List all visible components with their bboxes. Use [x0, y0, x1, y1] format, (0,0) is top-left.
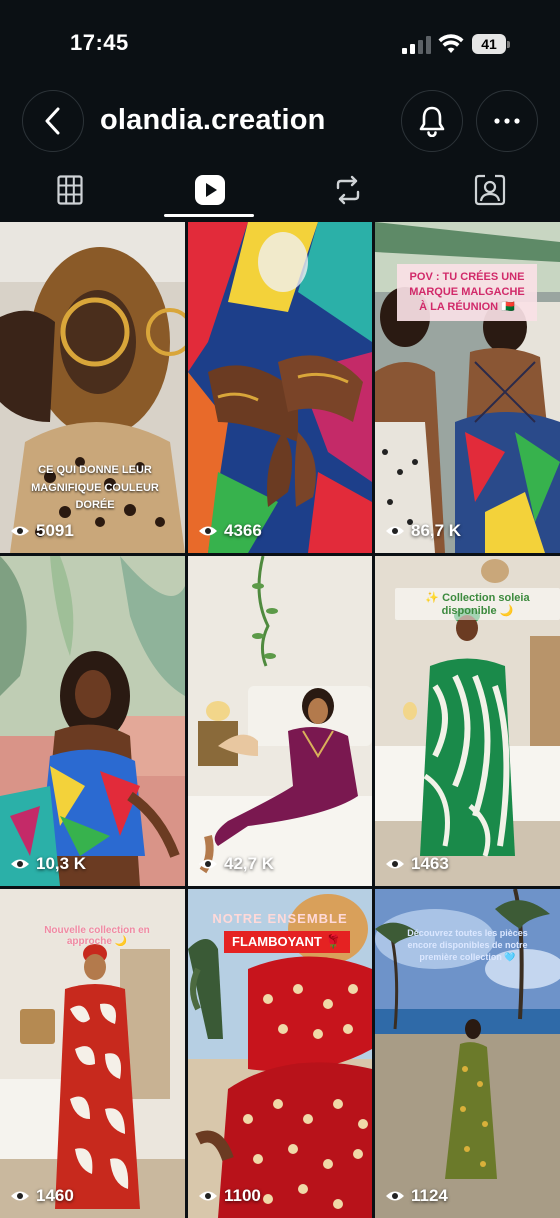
reel-view-count: 5091	[10, 521, 74, 541]
reel-view-count: 1124	[385, 1186, 448, 1206]
reel-thumbnail[interactable]: CE QUI DONNE LEUR MAGNIFIQUE COULEUR DOR…	[0, 222, 185, 553]
reel-caption-title: NOTRE ENSEMBLE	[212, 911, 348, 926]
reel-thumbnail[interactable]: Nouvelle collection en approche 🌙 1460	[0, 889, 185, 1218]
profile-username: olandia.creation	[100, 104, 326, 136]
eye-icon	[386, 526, 404, 536]
reel-caption: Découvrez toutes les pièces encore dispo…	[407, 928, 528, 963]
tab-reposts[interactable]	[278, 162, 418, 218]
eye-icon	[11, 859, 29, 869]
reel-thumbnail[interactable]: NOTRE ENSEMBLE FLAMBOYANT 🌹 1100	[188, 889, 372, 1218]
view-count-label: 1100	[224, 1186, 261, 1205]
battery-icon: 41	[472, 34, 510, 54]
reel-image	[188, 556, 372, 886]
reel-caption: POV : TU CRÉES UNE MARQUE MALGACHE À LA …	[397, 264, 537, 321]
reel-view-count: 10,3 K	[10, 854, 86, 874]
tagged-icon	[474, 174, 506, 206]
view-count-label: 5091	[36, 521, 74, 540]
view-count-label: 1124	[411, 1186, 448, 1205]
reel-caption: CE QUI DONNE LEUR MAGNIFIQUE COULEUR DOR…	[31, 464, 159, 512]
reel-view-count: 4366	[198, 521, 262, 541]
reel-caption: Nouvelle collection en approche 🌙	[44, 925, 150, 947]
view-count-label: 86,7 K	[411, 521, 462, 540]
reel-image	[0, 556, 185, 886]
reel-thumbnail[interactable]: 10,3 K	[0, 556, 185, 886]
notifications-button[interactable]	[401, 90, 463, 152]
reel-caption-label: FLAMBOYANT 🌹	[224, 931, 350, 953]
eye-icon	[199, 1191, 217, 1201]
profile-tabs	[0, 162, 560, 218]
reel-thumbnail[interactable]: POV : TU CRÉES UNE MARQUE MALGACHE À LA …	[375, 222, 560, 553]
reel-view-count: 42,7 K	[198, 854, 274, 874]
view-count-label: 42,7 K	[224, 854, 275, 873]
tab-tagged[interactable]	[420, 162, 560, 218]
wifi-icon	[438, 34, 464, 53]
reel-caption: ✨ Collection soleia disponible 🌙	[395, 588, 560, 620]
profile-header: olandia.creation	[0, 90, 560, 154]
view-count-label: 10,3 K	[36, 854, 87, 873]
tab-grid[interactable]	[0, 162, 140, 218]
grid-icon	[57, 175, 83, 205]
reel-thumbnail[interactable]: 4366	[188, 222, 372, 553]
eye-icon	[11, 1191, 29, 1201]
reel-view-count: 1460	[10, 1186, 74, 1206]
reel-image	[188, 222, 372, 553]
reels-grid: CE QUI DONNE LEUR MAGNIFIQUE COULEUR DOR…	[0, 222, 560, 1218]
battery-level: 41	[472, 34, 506, 54]
view-count-label: 1463	[411, 854, 449, 873]
reel-thumbnail[interactable]: 42,7 K	[188, 556, 372, 886]
status-bar: 17:45 41	[0, 0, 560, 88]
eye-icon	[386, 859, 404, 869]
reel-thumbnail[interactable]: Découvrez toutes les pièces encore dispo…	[375, 889, 560, 1218]
repost-icon	[336, 175, 360, 205]
chevron-left-icon	[45, 107, 60, 135]
signal-icon	[402, 36, 432, 54]
more-horizontal-icon	[494, 118, 520, 124]
eye-icon	[386, 1191, 404, 1201]
back-button[interactable]	[22, 90, 84, 152]
bell-icon	[419, 106, 445, 137]
reel-view-count: 1463	[385, 854, 449, 874]
reel-thumbnail[interactable]: ✨ Collection soleia disponible 🌙 1463	[375, 556, 560, 886]
view-count-label: 4366	[224, 521, 262, 540]
view-count-label: 1460	[36, 1186, 74, 1205]
more-options-button[interactable]	[476, 90, 538, 152]
reels-icon	[195, 175, 225, 205]
reel-view-count: 86,7 K	[385, 521, 461, 541]
eye-icon	[11, 526, 29, 536]
eye-icon	[199, 859, 217, 869]
reel-view-count: 1100	[198, 1186, 261, 1206]
tab-reels[interactable]	[140, 162, 280, 218]
status-time: 17:45	[70, 30, 129, 55]
eye-icon	[199, 526, 217, 536]
active-tab-indicator	[164, 214, 254, 217]
